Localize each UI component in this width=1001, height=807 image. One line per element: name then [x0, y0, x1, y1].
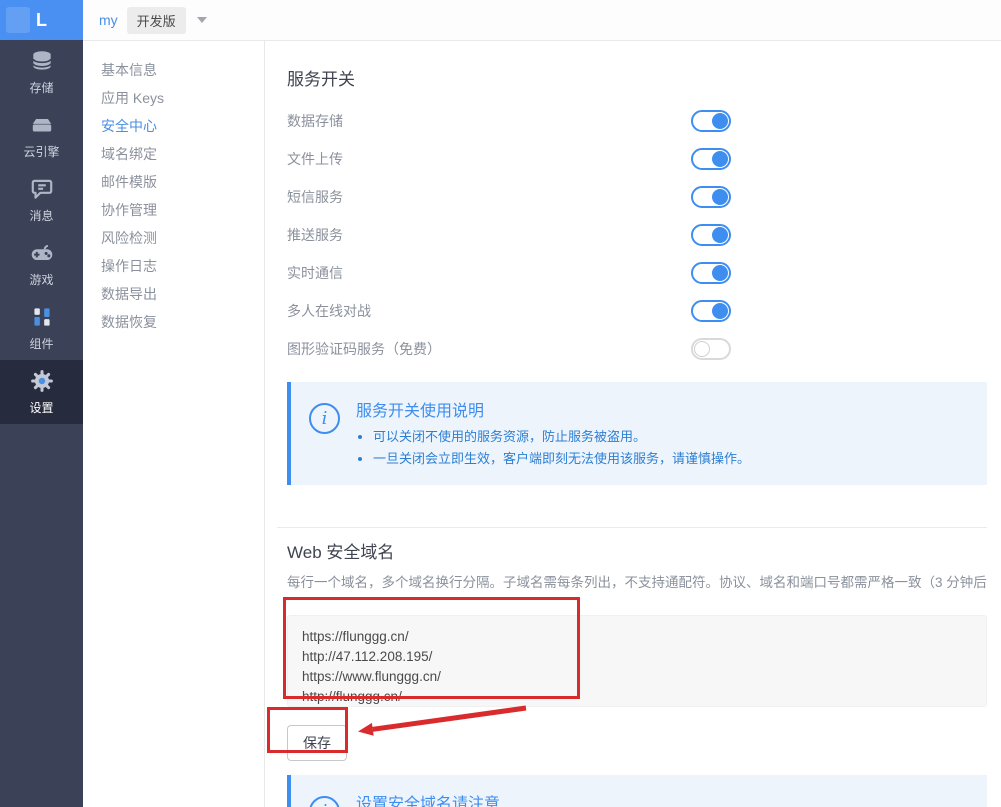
switch-row-data-storage: 数据存储: [287, 102, 731, 140]
info-box-title: 服务开关使用说明: [356, 403, 485, 420]
toggle-switch[interactable]: [691, 300, 731, 322]
toggle-knob: [712, 151, 728, 167]
submenu-item-basic-info[interactable]: 基本信息: [83, 56, 264, 84]
submenu-item-data-restore[interactable]: 数据恢复: [83, 308, 264, 336]
version-badge: 开发版: [126, 6, 186, 34]
sidebar-item-messages[interactable]: 消息: [0, 168, 83, 232]
toggle-knob: [712, 189, 728, 205]
domain-notice-box: i 设置安全域名请注意: [287, 775, 987, 807]
notice-box-title: 设置安全域名请注意: [356, 796, 501, 807]
cloud-engine-icon: [32, 119, 51, 132]
sidebar-item-label: 消息: [29, 209, 54, 223]
database-icon: [32, 51, 51, 70]
sidebar-item-storage[interactable]: 存储: [0, 40, 83, 104]
info-icon: i: [309, 796, 340, 807]
switch-label: 实时通信: [287, 265, 343, 281]
submenu-item-app-keys[interactable]: 应用 Keys: [83, 84, 264, 112]
logo-letter: L: [36, 9, 47, 30]
toggle-knob: [694, 341, 710, 357]
toggle-knob: [712, 303, 728, 319]
app-name[interactable]: my: [99, 12, 118, 28]
icon-sidebar: L 存储 云引擎 消息 游戏 组件 设置: [0, 0, 83, 807]
sidebar-item-label: 云引擎: [23, 145, 60, 159]
toggle-switch[interactable]: [691, 148, 731, 170]
web-domain-description: 每行一个域名，多个域名换行分隔。子域名需每条列出，不支持通配符。协议、域名和端口…: [287, 575, 987, 590]
switch-label: 短信服务: [287, 189, 343, 205]
service-switch-info-box: i 服务开关使用说明 可以关闭不使用的服务资源，防止服务被盗用。 一旦关闭会立即…: [287, 382, 987, 485]
sidebar-item-label: 组件: [29, 337, 54, 351]
toggle-switch[interactable]: [691, 262, 731, 284]
main-panel: 服务开关 数据存储 文件上传 短信服务 推送服务 实时通信 多人在线对战 图形验…: [265, 41, 1001, 807]
sidebar-item-label: 存储: [29, 81, 54, 95]
switch-label: 数据存储: [287, 113, 343, 129]
switch-label: 多人在线对战: [287, 303, 371, 319]
submenu-item-email-template[interactable]: 邮件模版: [83, 168, 264, 196]
settings-submenu: 基本信息 应用 Keys 安全中心 域名绑定 邮件模版 协作管理 风险检测 操作…: [83, 41, 265, 807]
toggle-knob: [712, 265, 728, 281]
info-icon: i: [309, 403, 340, 434]
message-icon: [31, 179, 52, 199]
switch-row-file-upload: 文件上传: [287, 140, 731, 178]
domain-textarea[interactable]: https://flunggg.cn/ http://47.112.208.19…: [287, 615, 987, 707]
switch-row-realtime: 实时通信: [287, 254, 731, 292]
info-bullet: 一旦关闭会立即生效，客户端即刻无法使用该服务，请谨慎操作。: [373, 448, 750, 470]
gamepad-icon: [31, 244, 52, 261]
submenu-item-security-center[interactable]: 安全中心: [83, 112, 264, 140]
switch-row-captcha: 图形验证码服务（免费）: [287, 330, 731, 368]
submenu-item-domain-binding[interactable]: 域名绑定: [83, 140, 264, 168]
toggle-switch[interactable]: [691, 186, 731, 208]
sidebar-item-components[interactable]: 组件: [0, 296, 83, 360]
chevron-down-icon[interactable]: [196, 17, 207, 23]
switch-label: 文件上传: [287, 151, 343, 167]
submenu-item-operation-log[interactable]: 操作日志: [83, 252, 264, 280]
submenu-item-risk-detection[interactable]: 风险检测: [83, 224, 264, 252]
submenu-item-collaboration[interactable]: 协作管理: [83, 196, 264, 224]
switch-label: 图形验证码服务（免费）: [287, 341, 441, 357]
sidebar-item-label: 游戏: [29, 273, 54, 287]
toggle-switch[interactable]: [691, 224, 731, 246]
section-divider: [277, 527, 987, 528]
topbar: my 开发版: [83, 0, 1001, 41]
sidebar-item-cloud-engine[interactable]: 云引擎: [0, 104, 83, 168]
sidebar-item-games[interactable]: 游戏: [0, 232, 83, 296]
switch-rows: 数据存储 文件上传 短信服务 推送服务 实时通信 多人在线对战 图形验证码服务（…: [287, 102, 987, 368]
save-button[interactable]: 保存: [287, 725, 347, 761]
toggle-switch[interactable]: [691, 338, 731, 360]
info-bullet: 可以关闭不使用的服务资源，防止服务被盗用。: [373, 426, 750, 448]
service-switches-title: 服务开关: [287, 70, 355, 89]
info-box-bullets: 可以关闭不使用的服务资源，防止服务被盗用。 一旦关闭会立即生效，客户端即刻无法使…: [356, 426, 750, 470]
gear-icon: [30, 370, 53, 392]
sidebar-item-settings[interactable]: 设置: [0, 360, 83, 424]
submenu-item-data-export[interactable]: 数据导出: [83, 280, 264, 308]
toggle-knob: [712, 113, 728, 129]
app-logo[interactable]: L: [0, 0, 83, 40]
switch-row-multiplayer: 多人在线对战: [287, 292, 731, 330]
switch-row-sms: 短信服务: [287, 178, 731, 216]
toggle-switch[interactable]: [691, 110, 731, 132]
toggle-knob: [712, 227, 728, 243]
switch-label: 推送服务: [287, 227, 343, 243]
components-icon: [33, 308, 50, 326]
sidebar-item-label: 设置: [29, 401, 54, 415]
web-domain-title: Web 安全域名: [287, 543, 395, 562]
switch-row-push: 推送服务: [287, 216, 731, 254]
